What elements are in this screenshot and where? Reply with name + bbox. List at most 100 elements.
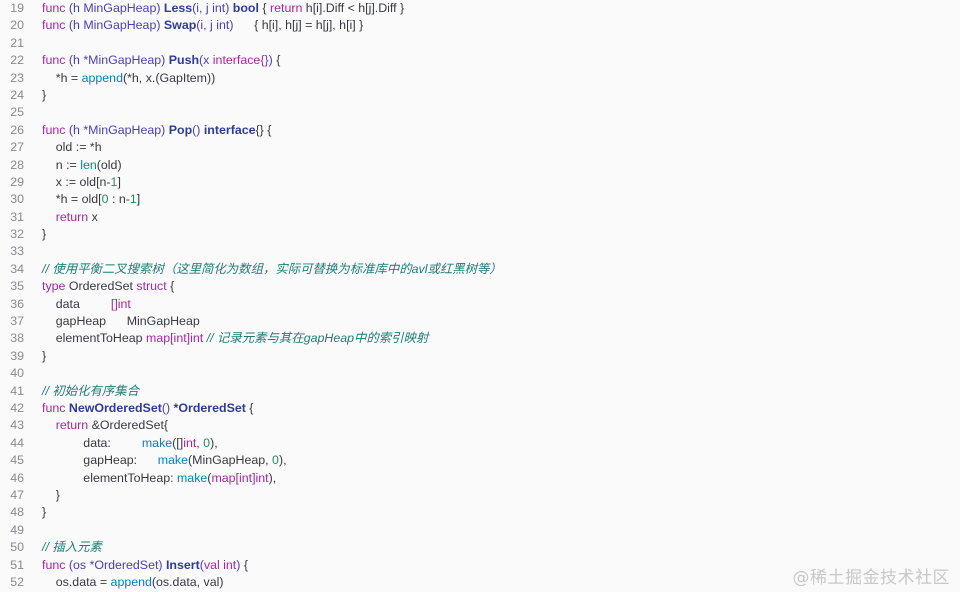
code-line[interactable]: 43 return &OrderedSet{ bbox=[0, 417, 960, 434]
line-code: func (h *MinGapHeap) Push(x interface{})… bbox=[42, 52, 280, 69]
code-token: interface{} bbox=[212, 53, 269, 68]
code-token: OrderedSet bbox=[68, 279, 137, 294]
code-line[interactable]: 36 data []int bbox=[0, 296, 960, 313]
code-token: // 使用平衡二叉搜索树（这里简化为数组，实际可替换为标准库中的avl或红黑树等… bbox=[42, 261, 502, 276]
code-token: } bbox=[42, 487, 60, 502]
code-token: []int bbox=[110, 296, 131, 311]
code-line[interactable]: 34 // 使用平衡二叉搜索树（这里简化为数组，实际可替换为标准库中的avl或红黑… bbox=[0, 261, 960, 278]
code-token: func bbox=[42, 122, 69, 137]
code-line[interactable]: 48} bbox=[0, 504, 960, 521]
code-token: () bbox=[192, 122, 204, 137]
code-token: // 记录元素与其在gapHeap中的索引映射 bbox=[203, 331, 429, 346]
code-token: elementToHeap: bbox=[42, 470, 177, 485]
code-token: make bbox=[176, 470, 208, 485]
code-line[interactable]: 35 type OrderedSet struct { bbox=[0, 278, 960, 295]
line-code: // 插入元素 bbox=[42, 539, 102, 556]
code-token: {} { bbox=[255, 122, 272, 137]
code-line[interactable]: 33 bbox=[0, 243, 960, 260]
code-token: old := *h bbox=[42, 140, 102, 155]
code-token: map[int]int bbox=[211, 470, 269, 485]
line-code: return &OrderedSet{ bbox=[42, 417, 168, 434]
line-code: func (os *OrderedSet) Insert(val int) { bbox=[42, 557, 248, 574]
code-line[interactable]: 47 } bbox=[0, 487, 960, 504]
code-line[interactable]: 49 bbox=[0, 522, 960, 539]
line-code: } bbox=[42, 226, 46, 243]
code-token: } bbox=[42, 227, 47, 242]
code-token: 0 bbox=[272, 453, 279, 468]
code-token: Push bbox=[168, 53, 200, 68]
code-line[interactable]: 20 func (h MinGapHeap) Swap(i, j int) { h… bbox=[0, 17, 960, 34]
line-number: 43 bbox=[10, 418, 24, 433]
code-editor[interactable]: 19 func (h MinGapHeap) Less(i, j int) boo… bbox=[0, 0, 960, 592]
code-line[interactable]: 37 gapHeap MinGapHeap bbox=[0, 313, 960, 330]
code-token: return bbox=[42, 418, 92, 433]
code-line[interactable]: 40 bbox=[0, 365, 960, 382]
code-token: data: bbox=[42, 435, 142, 450]
line-number: 48 bbox=[10, 505, 24, 520]
code-token: { bbox=[243, 557, 248, 572]
line-code: func (h *MinGapHeap) Pop() interface{} { bbox=[42, 122, 271, 139]
code-line[interactable]: 21 bbox=[0, 35, 960, 52]
code-token: len bbox=[80, 157, 97, 172]
code-line[interactable]: 32} bbox=[0, 226, 960, 243]
line-number: 52 bbox=[10, 574, 24, 589]
code-token: (os.data, val) bbox=[151, 574, 224, 589]
code-line[interactable]: 25 bbox=[0, 104, 960, 121]
line-code: x := old[n-1] bbox=[42, 174, 121, 191]
code-line[interactable]: 24} bbox=[0, 87, 960, 104]
line-code: func NewOrderedSet() *OrderedSet { bbox=[42, 400, 253, 417]
code-line[interactable]: 29 x := old[n-1] bbox=[0, 174, 960, 191]
line-number: 24 bbox=[10, 87, 24, 102]
code-line[interactable]: 31 return x bbox=[0, 209, 960, 226]
code-token: NewOrderedSet bbox=[68, 400, 162, 415]
line-number: 29 bbox=[10, 174, 24, 189]
code-token: val int bbox=[203, 557, 237, 572]
code-token: } bbox=[42, 505, 47, 520]
line-code: } bbox=[42, 348, 46, 365]
code-token: ) bbox=[236, 557, 244, 572]
code-token: struct bbox=[136, 279, 171, 294]
line-number: 25 bbox=[10, 105, 24, 120]
code-token: // 插入元素 bbox=[42, 540, 102, 555]
code-line[interactable]: 44 data: make([]int, 0), bbox=[0, 435, 960, 452]
line-number: 20 bbox=[10, 18, 24, 33]
code-token: x bbox=[91, 209, 98, 224]
code-token: append bbox=[110, 574, 152, 589]
code-token: ), bbox=[278, 453, 287, 468]
code-line[interactable]: 28 n := len(old) bbox=[0, 157, 960, 174]
code-token: ), bbox=[210, 435, 218, 450]
code-token: Pop bbox=[168, 122, 193, 137]
code-line[interactable]: 19 func (h MinGapHeap) Less(i, j int) boo… bbox=[0, 0, 960, 17]
code-token: Swap bbox=[163, 18, 197, 33]
code-token: (h *MinGapHeap) bbox=[68, 122, 169, 137]
code-token: func bbox=[42, 18, 69, 33]
code-line[interactable]: 22 func (h *MinGapHeap) Push(x interface{… bbox=[0, 52, 960, 69]
line-code: elementToHeap map[int]int // 记录元素与其在gapH… bbox=[42, 330, 429, 347]
watermark: @稀土掘金技术社区 bbox=[792, 568, 950, 588]
code-line[interactable]: 30 *h = old[0 : n-1] bbox=[0, 191, 960, 208]
code-line[interactable]: 27 old := *h bbox=[0, 139, 960, 156]
code-token: *h = old[ bbox=[42, 192, 102, 207]
code-token: n := bbox=[42, 157, 81, 172]
line-number: 34 bbox=[10, 261, 24, 276]
code-token: (h MinGapHeap) bbox=[68, 18, 164, 33]
code-line[interactable]: 41 // 初始化有序集合 bbox=[0, 383, 960, 400]
code-line[interactable]: 45 gapHeap: make(MinGapHeap, 0), bbox=[0, 452, 960, 469]
code-token: 1 bbox=[129, 192, 137, 207]
code-line[interactable]: 42 func NewOrderedSet() *OrderedSet { bbox=[0, 400, 960, 417]
line-code: gapHeap MinGapHeap bbox=[42, 313, 200, 330]
line-number: 21 bbox=[10, 35, 24, 50]
code-token: &OrderedSet{ bbox=[91, 418, 169, 433]
code-token: data bbox=[42, 296, 111, 311]
line-code: n := len(old) bbox=[42, 157, 122, 174]
code-line[interactable]: 50 // 插入元素 bbox=[0, 539, 960, 556]
code-line[interactable]: 46 elementToHeap: make(map[int]int), bbox=[0, 470, 960, 487]
code-line[interactable]: 38 elementToHeap map[int]int // 记录元素与其在g… bbox=[0, 330, 960, 347]
line-code: old := *h bbox=[42, 139, 102, 156]
code-line[interactable]: 26 func (h *MinGapHeap) Pop() interface{}… bbox=[0, 122, 960, 139]
code-token: func bbox=[42, 1, 69, 15]
code-token: { bbox=[276, 53, 281, 68]
code-line[interactable]: 39} bbox=[0, 348, 960, 365]
code-line[interactable]: 23 *h = append(*h, x.(GapItem)) bbox=[0, 70, 960, 87]
code-token: (MinGapHeap, bbox=[188, 453, 273, 468]
